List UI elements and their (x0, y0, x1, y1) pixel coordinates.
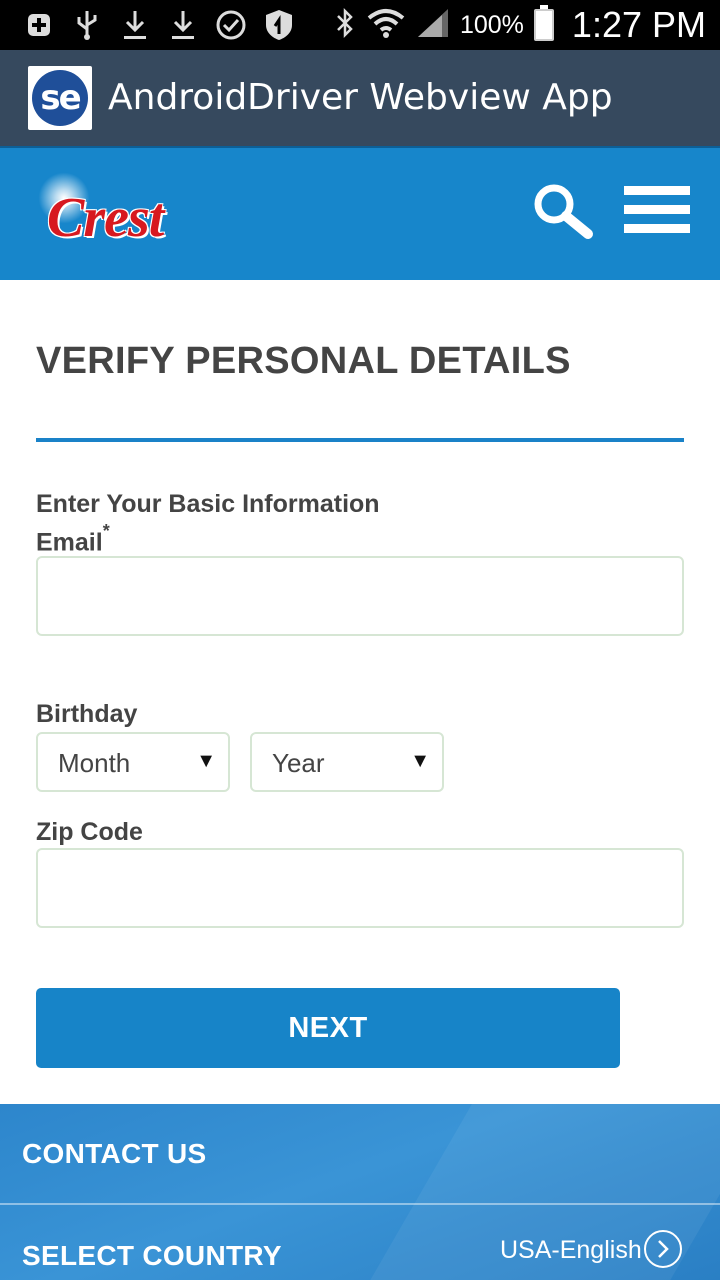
menu-bar (624, 224, 690, 233)
crest-logo[interactable]: Crest (22, 168, 252, 268)
menu-bar (624, 205, 690, 214)
app-bar: se AndroidDriver Webview App (0, 50, 720, 146)
usb-icon (70, 8, 104, 42)
battery-percent: 100% (459, 10, 524, 39)
status-time: 1:27 PM (571, 4, 706, 45)
add-icon (22, 8, 56, 42)
year-select-value: Year (272, 748, 325, 778)
battery-icon (533, 5, 554, 41)
birthday-label: Birthday (36, 700, 138, 728)
status-right: 100% 1:27 PM (334, 4, 706, 46)
email-label-text: Email (36, 528, 103, 557)
next-button[interactable]: NEXT (36, 988, 620, 1068)
footer: CONTACT US SELECT COUNTRY USA-English (0, 1104, 720, 1280)
month-select-value: Month (58, 748, 131, 778)
signal-icon (416, 7, 450, 44)
app-logo: se (28, 66, 92, 130)
title-divider (36, 438, 684, 442)
site-header: Crest (0, 146, 720, 280)
zip-code-label: Zip Code (36, 818, 143, 846)
app-title: AndroidDriver Webview App (108, 77, 613, 118)
bluetooth-icon (334, 7, 356, 44)
download-icon (166, 8, 200, 42)
email-label: Email* (36, 521, 110, 557)
dropdown-arrow-icon: ▼ (196, 750, 216, 772)
section-label: Enter Your Basic Information (36, 490, 380, 518)
country-value[interactable]: USA-English (500, 1236, 642, 1265)
shield-icon (262, 8, 296, 42)
wifi-icon (366, 7, 406, 44)
contact-us-link[interactable]: CONTACT US (22, 1138, 206, 1170)
footer-divider (0, 1203, 720, 1205)
menu-bar (624, 186, 690, 195)
app-logo-text: se (32, 70, 88, 126)
zip-code-field[interactable] (36, 848, 684, 928)
search-icon (534, 184, 593, 239)
brand-name: Crest (47, 187, 164, 249)
page-title: VERIFY PERSONAL DETAILS (36, 340, 571, 382)
select-country-label: SELECT COUNTRY (22, 1240, 282, 1271)
required-mark: * (102, 521, 110, 541)
search-button[interactable] (530, 180, 596, 246)
month-select[interactable]: Month ▼ (36, 732, 230, 792)
email-field[interactable] (36, 556, 684, 636)
check-circle-icon (214, 8, 248, 42)
dropdown-arrow-icon: ▼ (410, 750, 430, 772)
hamburger-menu-button[interactable] (624, 186, 690, 238)
year-select[interactable]: Year ▼ (250, 732, 444, 792)
download-icon (118, 8, 152, 42)
status-bar: 100% 1:27 PM (0, 0, 720, 50)
notification-icons (22, 8, 296, 42)
chevron-right-icon[interactable] (644, 1230, 682, 1268)
